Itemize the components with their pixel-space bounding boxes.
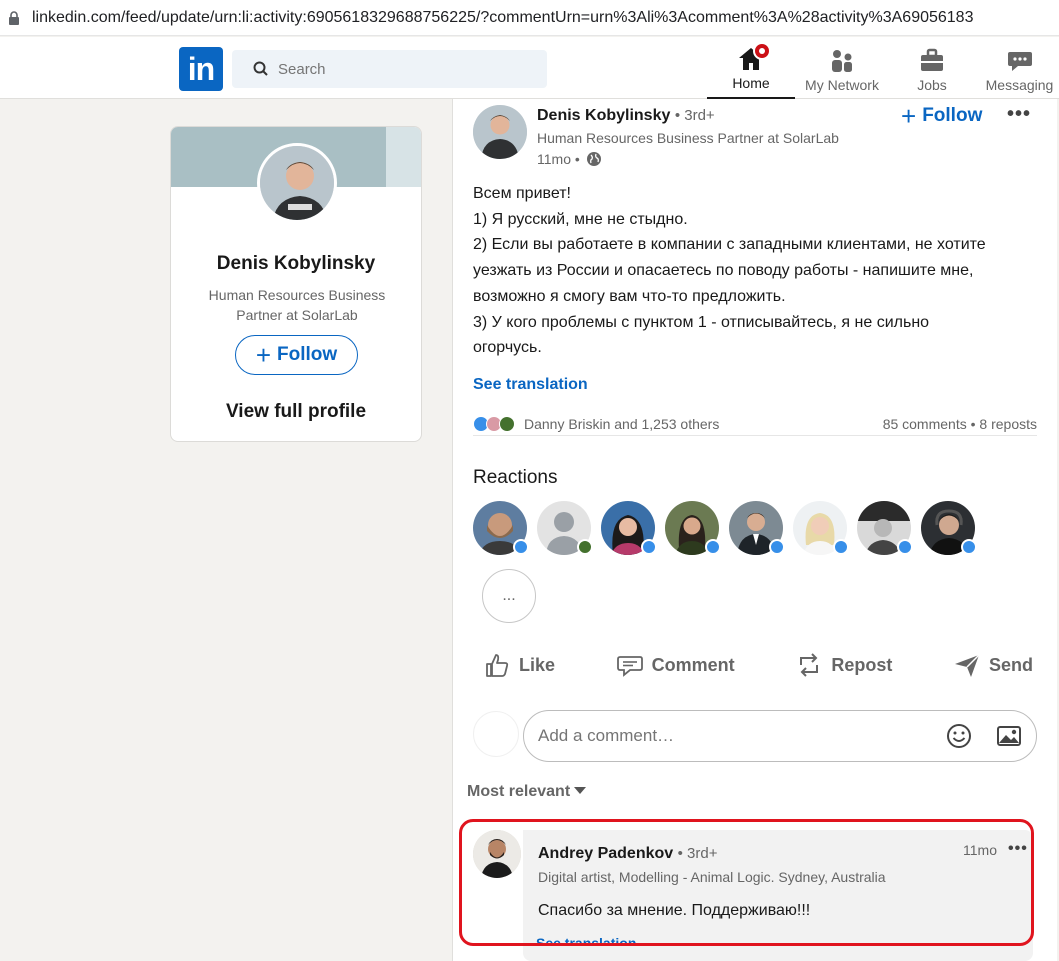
comment-input[interactable] — [538, 726, 938, 746]
reactions-heading: Reactions — [473, 467, 558, 488]
comment-icon — [616, 656, 643, 677]
nav-jobs-label: Jobs — [917, 77, 947, 93]
profile-follow-label: Follow — [277, 344, 338, 365]
nav-my-network[interactable]: My Network — [798, 41, 886, 99]
reactions-summary-text: Danny Briskin and 1,253 others — [524, 415, 720, 432]
top-navigation: in Home My Network Jobs Messaging — [0, 37, 1059, 99]
feed-post: Denis Kobylinsky • 3rd+ Human Resources … — [452, 99, 1057, 961]
like-badge-icon — [833, 539, 849, 555]
see-translation-link[interactable]: See translation — [473, 376, 588, 394]
post-more-options[interactable]: ••• — [1007, 103, 1031, 126]
sort-label: Most relevant — [467, 783, 571, 800]
profile-follow-button[interactable]: + Follow — [235, 335, 358, 375]
notification-badge — [753, 42, 771, 60]
reactor-avatar[interactable] — [793, 501, 849, 555]
caret-down-icon — [574, 786, 587, 794]
post-line: 3) У кого проблемы с пунктом 1 - отписыв… — [473, 313, 930, 331]
comment-button[interactable]: Comment — [606, 643, 745, 687]
like-badge-icon — [897, 539, 913, 555]
reactor-avatar[interactable] — [857, 501, 913, 555]
view-full-profile-link[interactable]: View full profile — [171, 401, 421, 423]
post-time-text: 11mo • — [537, 151, 580, 167]
like-badge-icon — [961, 539, 977, 555]
send-label: Send — [988, 654, 1033, 675]
post-body: Всем привет! 1) Я русский, мне не стыдно… — [473, 181, 1043, 361]
like-badge-icon — [513, 539, 529, 555]
nav-home-label: Home — [732, 75, 770, 91]
comment-label: Comment — [651, 654, 735, 675]
repost-icon — [800, 653, 819, 677]
network-icon — [828, 48, 856, 74]
like-button[interactable]: Like — [473, 643, 565, 687]
like-badge-icon — [769, 539, 785, 555]
post-follow-label: Follow — [922, 105, 983, 126]
profile-card: Denis Kobylinsky Human Resources Busines… — [170, 126, 422, 442]
reactor-avatar[interactable] — [665, 501, 721, 555]
reactions-summary[interactable]: Danny Briskin and 1,253 others — [473, 415, 720, 432]
post-line: уезжать из России и опасаетесь по поводу… — [473, 262, 974, 280]
briefcase-icon — [918, 48, 946, 74]
search-input[interactable] — [278, 60, 538, 78]
emoji-icon[interactable] — [946, 723, 972, 749]
messaging-icon — [1006, 48, 1034, 74]
plus-icon: + — [901, 101, 917, 131]
add-comment-box[interactable] — [523, 710, 1037, 762]
thumbs-up-icon — [486, 654, 509, 677]
profile-headline: Human Resources Business Partner at Sola… — [208, 287, 386, 323]
current-user-avatar — [473, 711, 519, 757]
nav-messaging[interactable]: Messaging — [980, 41, 1059, 99]
support-reaction-icon — [499, 415, 515, 432]
nav-my-network-label: My Network — [805, 77, 879, 93]
like-label: Like — [519, 654, 556, 675]
post-author-avatar[interactable] — [473, 105, 527, 159]
reactor-avatar[interactable] — [921, 501, 977, 555]
post-line: Всем привет! — [473, 185, 571, 202]
image-icon[interactable] — [996, 723, 1022, 749]
url-text: linkedin.com/feed/update/urn:li:activity… — [32, 8, 974, 26]
browser-address-bar[interactable]: linkedin.com/feed/update/urn:li:activity… — [0, 0, 1059, 36]
reaction-icons — [473, 415, 515, 432]
post-line: 2) Если вы работаете в компании с западн… — [473, 236, 986, 254]
like-badge-icon — [705, 539, 721, 555]
like-badge-icon — [641, 539, 657, 555]
post-line: 1) Я русский, мне не стыдно. — [473, 210, 688, 228]
reactor-avatar[interactable] — [473, 501, 529, 555]
reactor-avatar[interactable] — [601, 501, 657, 555]
search-icon — [253, 61, 268, 76]
nav-messaging-label: Messaging — [985, 77, 1054, 93]
linkedin-logo[interactable]: in — [179, 47, 223, 91]
globe-icon — [586, 152, 601, 166]
nav-home[interactable]: Home — [707, 41, 795, 99]
comment-sort-dropdown[interactable]: Most relevant — [467, 783, 587, 801]
post-author-name[interactable]: Denis Kobylinsky • 3rd+ — [537, 107, 715, 125]
post-author-degree: • 3rd+ — [674, 107, 715, 124]
reactor-avatar[interactable] — [537, 501, 593, 555]
reactor-avatar[interactable] — [729, 501, 785, 555]
profile-name[interactable]: Denis Kobylinsky — [171, 253, 421, 275]
home-icon — [737, 42, 771, 72]
post-follow-button[interactable]: + Follow — [901, 103, 982, 129]
more-reactors-button[interactable]: ... — [482, 569, 536, 623]
search-bar[interactable] — [232, 50, 547, 88]
post-author-headline: Human Resources Business Partner at Sola… — [537, 130, 839, 146]
profile-avatar[interactable] — [257, 143, 337, 223]
plus-icon: + — [255, 340, 272, 370]
post-actions-bar: Like Comment Repost Send — [473, 639, 1043, 691]
lock-icon — [9, 10, 19, 25]
comments-reposts-count[interactable]: 85 comments • 8 reposts — [883, 416, 1037, 432]
post-timestamp: 11mo • — [537, 151, 602, 167]
post-line: возможно я смогу вам что-то предложить. — [473, 287, 786, 305]
nav-jobs[interactable]: Jobs — [893, 41, 971, 99]
send-icon — [954, 654, 980, 677]
post-author-name-text: Denis Kobylinsky — [537, 107, 671, 124]
repost-button[interactable]: Repost — [785, 643, 902, 687]
support-badge-icon — [577, 539, 593, 555]
repost-label: Repost — [831, 654, 893, 675]
social-counts: Danny Briskin and 1,253 others 85 commen… — [473, 412, 1037, 436]
highlight-outline — [459, 819, 1034, 946]
post-line: огорчусь. — [473, 339, 542, 357]
send-button[interactable]: Send — [943, 643, 1043, 687]
